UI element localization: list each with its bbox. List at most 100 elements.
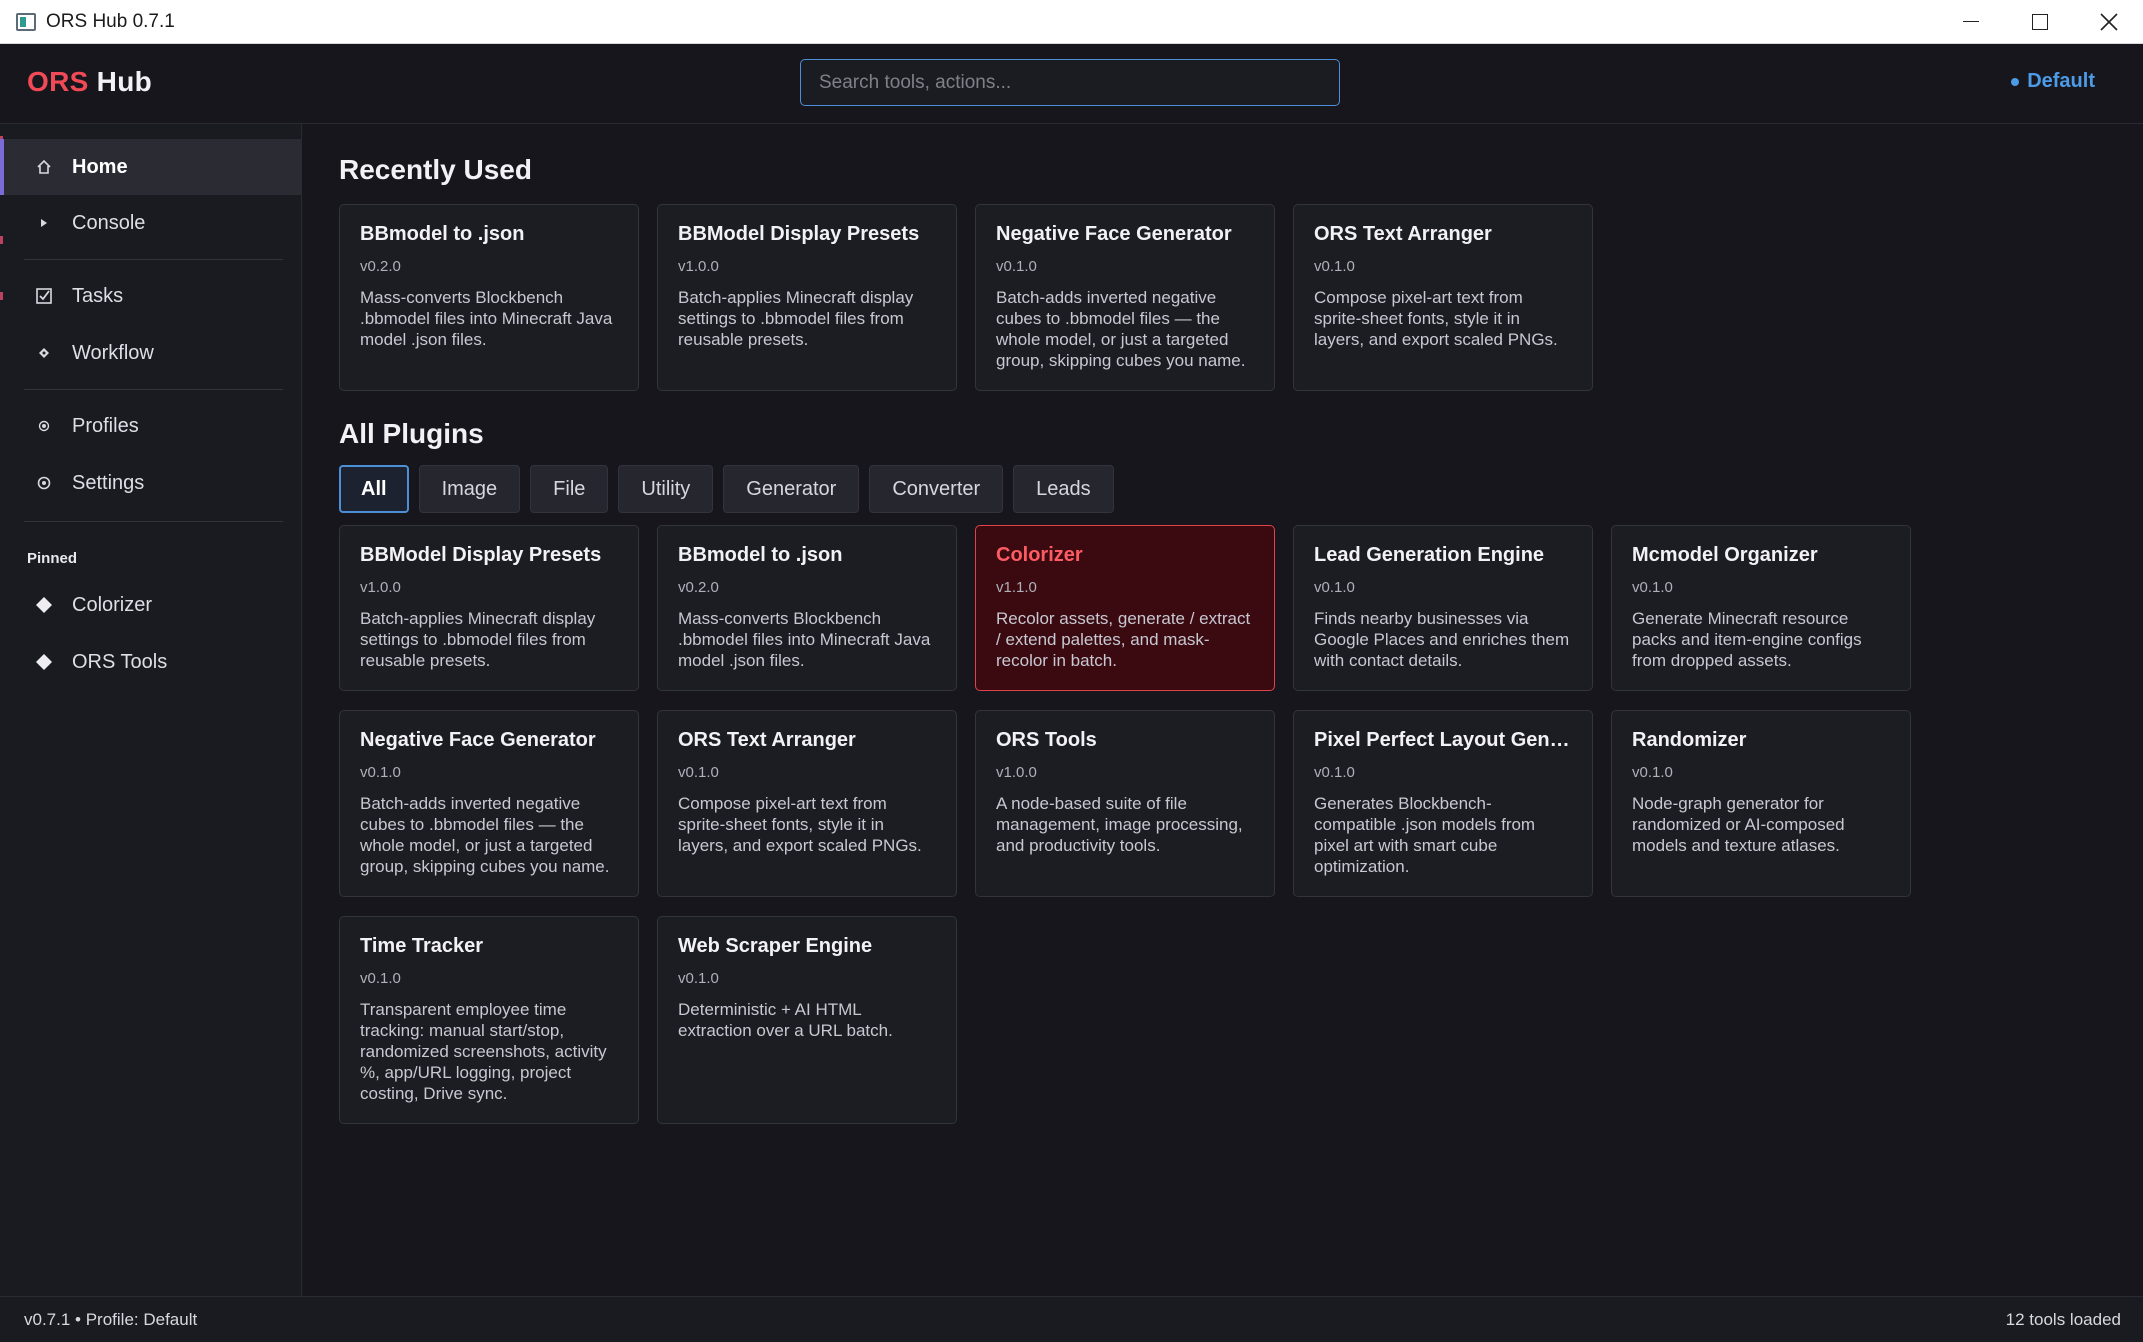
card-title: Mcmodel Organizer: [1632, 544, 1818, 566]
sidebar-item-home[interactable]: Home: [0, 139, 301, 195]
card-version: v1.0.0: [360, 579, 401, 596]
card-version: v1.1.0: [996, 579, 1037, 596]
maximize-button[interactable]: [2005, 0, 2074, 44]
plugin-card[interactable]: Negative Face Generator v0.1.0 Batch-add…: [339, 710, 639, 897]
sidebar-item-label: Profiles: [72, 414, 139, 437]
window-titlebar: ORS Hub 0.7.1: [0, 0, 2143, 44]
status-tools-count: 12 tools loaded: [2005, 1309, 2121, 1329]
card-description: Finds nearby businesses via Google Place…: [1314, 609, 1570, 670]
profile-dot-icon: [2011, 77, 2020, 86]
card-title: Randomizer: [1632, 729, 1747, 751]
sidebar-item-workflow[interactable]: Workflow: [0, 325, 301, 381]
sidebar-item-tasks[interactable]: Tasks: [0, 268, 301, 324]
recent-card[interactable]: ORS Text Arranger v0.1.0 Compose pixel-a…: [1293, 204, 1593, 391]
sidebar-item-profiles[interactable]: Profiles: [0, 398, 301, 454]
recent-card[interactable]: Negative Face Generator v0.1.0 Batch-add…: [975, 204, 1275, 391]
brand-part-1: ORS: [27, 66, 89, 97]
card-title: ORS Text Arranger: [1314, 223, 1492, 245]
profile-label: Default: [2027, 70, 2095, 92]
card-version: v0.1.0: [678, 764, 719, 781]
maximize-icon: [2031, 13, 2048, 30]
pinned-item-ors-tools[interactable]: ORS Tools: [0, 634, 301, 690]
filter-chip-converter[interactable]: Converter: [869, 465, 1004, 513]
plugin-card[interactable]: BBModel Display Presets v1.0.0 Batch-app…: [339, 525, 639, 691]
card-title: BBModel Display Presets: [678, 223, 920, 245]
card-version: v0.1.0: [996, 258, 1037, 275]
plugin-card[interactable]: Time Tracker v0.1.0 Transparent employee…: [339, 916, 639, 1124]
checkbox-icon: [34, 287, 54, 305]
plugin-card[interactable]: Randomizer v0.1.0 Node-graph generator f…: [1611, 710, 1911, 897]
pinned-item-colorizer[interactable]: Colorizer: [0, 577, 301, 633]
sidebar-item-label: Home: [72, 155, 128, 178]
sidebar-item-label: Console: [72, 211, 146, 234]
plugin-card[interactable]: Web Scraper Engine v0.1.0 Deterministic …: [657, 916, 957, 1124]
card-title: Pixel Perfect Layout Gene...: [1314, 729, 1572, 751]
plugin-card[interactable]: Pixel Perfect Layout Gene... v0.1.0 Gene…: [1293, 710, 1593, 897]
brand-part-2: Hub: [96, 66, 152, 97]
card-version: v0.1.0: [360, 764, 401, 781]
recent-card[interactable]: BBmodel to .json v0.2.0 Mass-converts Bl…: [339, 204, 639, 391]
sidebar-item-settings[interactable]: Settings: [0, 455, 301, 511]
profile-icon: [34, 420, 54, 432]
pinned-item-label: Colorizer: [72, 593, 153, 616]
card-title: Negative Face Generator: [360, 729, 596, 751]
play-icon: [34, 218, 54, 228]
filter-chip-utility[interactable]: Utility: [618, 465, 714, 513]
card-description: Batch-applies Minecraft display settings…: [360, 609, 596, 670]
recently-used-heading: Recently Used: [339, 154, 532, 185]
card-version: v1.0.0: [996, 764, 1037, 781]
plugin-card[interactable]: BBmodel to .json v0.2.0 Mass-converts Bl…: [657, 525, 957, 691]
filter-chip-leads[interactable]: Leads: [1013, 465, 1114, 513]
sidebar-item-console[interactable]: Console: [0, 195, 301, 251]
filter-chip-image[interactable]: Image: [418, 465, 521, 513]
card-description: Compose pixel-art text from sprite-sheet…: [1314, 288, 1558, 349]
close-icon: [2099, 12, 2118, 31]
card-description: Generate Minecraft resource packs and it…: [1632, 609, 1862, 670]
card-title: BBmodel to .json: [360, 223, 525, 245]
card-description: Transparent employee time tracking: manu…: [360, 1000, 607, 1103]
card-version: v0.1.0: [1632, 764, 1673, 781]
filter-chip-all[interactable]: All: [339, 465, 409, 513]
plugin-card[interactable]: Lead Generation Engine v0.1.0 Finds near…: [1293, 525, 1593, 691]
node-icon: [34, 347, 54, 359]
minimize-icon: [1962, 20, 1979, 23]
filter-chip-generator[interactable]: Generator: [723, 465, 860, 513]
plugin-card-highlighted[interactable]: Colorizer v1.1.0 Recolor assets, generat…: [975, 525, 1275, 691]
card-version: v0.1.0: [1314, 579, 1355, 596]
card-version: v0.2.0: [678, 579, 719, 596]
sidebar-item-label: Tasks: [72, 284, 124, 307]
card-description: Batch-adds inverted negative cubes to .b…: [996, 288, 1246, 370]
plugin-card[interactable]: Mcmodel Organizer v0.1.0 Generate Minecr…: [1611, 525, 1911, 691]
sidebar-divider: [24, 389, 283, 390]
diamond-icon: [34, 596, 54, 614]
recent-card[interactable]: BBModel Display Presets v1.0.0 Batch-app…: [657, 204, 957, 391]
close-button[interactable]: [2074, 0, 2143, 44]
minimize-button[interactable]: [1936, 0, 2005, 44]
category-filter-bar: All Image File Utility Generator Convert…: [339, 465, 1114, 513]
search-input[interactable]: [800, 59, 1340, 106]
sidebar: Home Console Tasks Workflow Profiles Set…: [0, 124, 302, 1296]
gear-icon: [34, 475, 54, 491]
profile-indicator[interactable]: Default: [2011, 70, 2095, 93]
plugin-card[interactable]: ORS Tools v1.0.0 A node-based suite of f…: [975, 710, 1275, 897]
card-description: Generates Blockbench-compatible .json mo…: [1314, 794, 1536, 876]
card-description: Compose pixel-art text from sprite-sheet…: [678, 794, 922, 855]
app-icon: [16, 12, 36, 31]
card-title: ORS Tools: [996, 729, 1097, 751]
diamond-icon: [34, 653, 54, 671]
card-title: BBModel Display Presets: [360, 544, 602, 566]
card-description: Deterministic + AI HTML extraction over …: [678, 1000, 893, 1040]
filter-chip-file[interactable]: File: [530, 465, 609, 513]
card-description: Mass-converts Blockbench .bbmodel files …: [678, 609, 931, 670]
sidebar-divider: [24, 521, 283, 522]
card-version: v0.2.0: [360, 258, 401, 275]
card-title: Negative Face Generator: [996, 223, 1232, 245]
sidebar-divider: [24, 259, 283, 260]
card-version: v1.0.0: [678, 258, 719, 275]
card-title: BBmodel to .json: [678, 544, 843, 566]
card-version: v0.1.0: [1314, 764, 1355, 781]
card-title: Colorizer: [996, 544, 1083, 566]
pinned-heading: Pinned: [27, 550, 78, 567]
plugin-card[interactable]: ORS Text Arranger v0.1.0 Compose pixel-a…: [657, 710, 957, 897]
card-version: v0.1.0: [678, 970, 719, 987]
